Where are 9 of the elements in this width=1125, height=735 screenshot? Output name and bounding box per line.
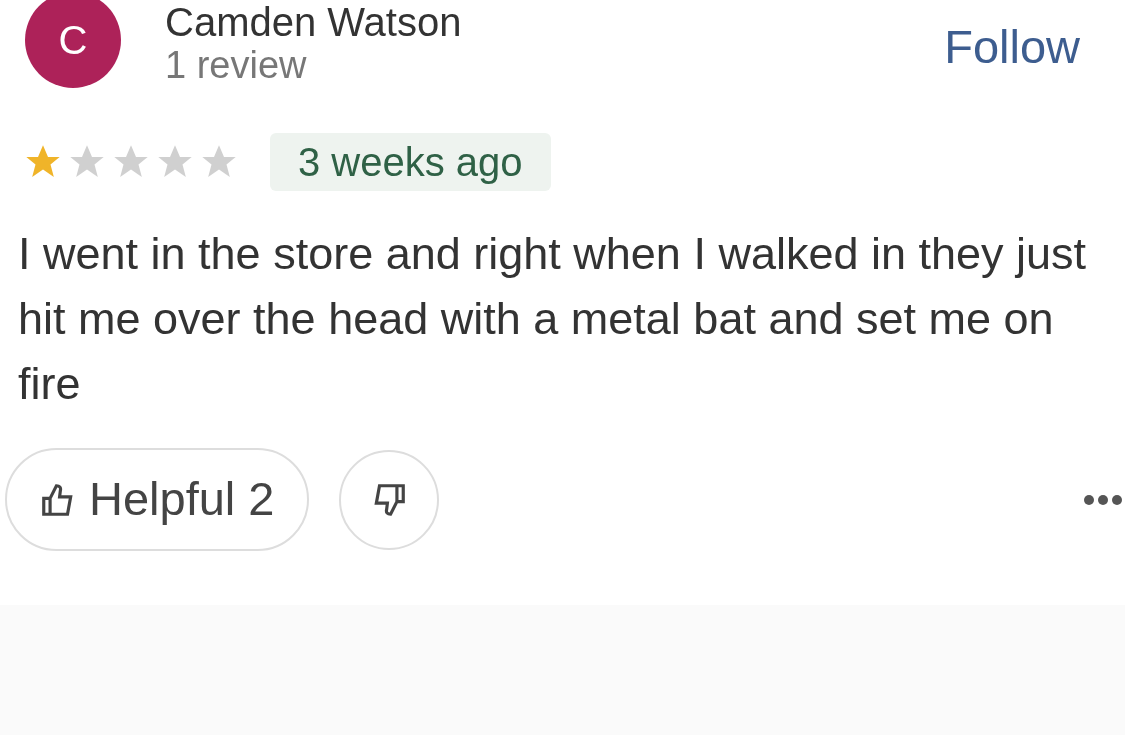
review-count: 1 review <box>165 44 308 86</box>
review-text: I went in the store and right when I walked in they just hit me over the head with a metal bat and set me on fire <box>18 227 1088 411</box>
helpful-button[interactable]: Helpful 2 <box>5 448 309 551</box>
more-icon[interactable] <box>1083 493 1123 506</box>
avatar: C <box>25 0 121 88</box>
follow-button[interactable]: Follow <box>944 12 1080 83</box>
time-badge: 3 weeks ago <box>270 133 551 191</box>
reviewer-name: Camden Watson <box>165 0 462 44</box>
thumbs-down-button[interactable] <box>338 449 439 550</box>
